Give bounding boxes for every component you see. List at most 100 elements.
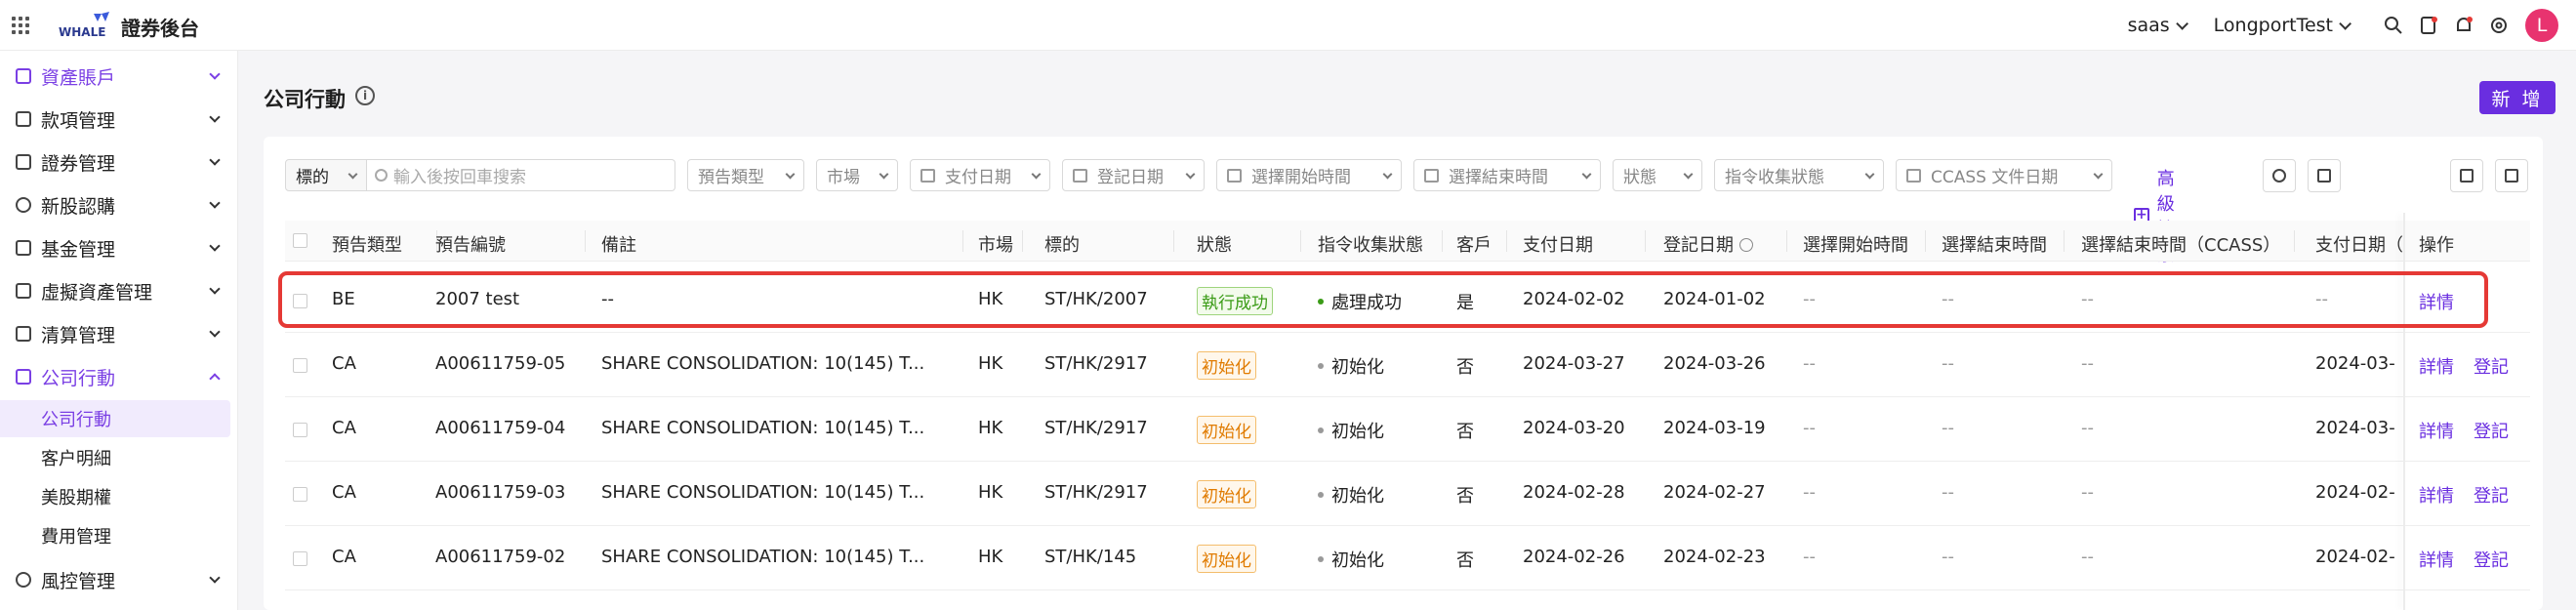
sidebar-item-virtual-assets[interactable]: 虛擬資產管理 (0, 269, 238, 312)
cell-end: -- (1942, 418, 1954, 438)
select-all-checkbox[interactable] (293, 233, 307, 248)
row-checkbox[interactable] (293, 423, 307, 437)
cell-end: -- (1942, 547, 1954, 567)
target-select[interactable]: 標的 (285, 159, 367, 191)
sidebar-subitem-corporate-actions[interactable]: 公司行動 (0, 400, 230, 437)
record-date-filter[interactable]: 登記日期 (1062, 159, 1205, 191)
cell-record-date: 2024-02-23 (1663, 547, 1766, 567)
col-pay-date: 支付日期 (1523, 235, 1593, 256)
settings-icon[interactable] (2488, 15, 2510, 36)
cell-code: A00611759-02 (435, 547, 566, 567)
sidebar-item-fund-management[interactable]: 基金管理 (0, 226, 238, 269)
cell-remark: SHARE CONSOLIDATION: 10(145) T... (601, 482, 925, 503)
top-bar: WHALE 證券後台 saas LongportTest L (0, 0, 2576, 51)
sidebar-item-clearing[interactable]: 清算管理 (0, 312, 238, 355)
sidebar-subitem-client-details[interactable]: 客户明細 (0, 439, 230, 476)
register-link[interactable]: 登記 (2474, 547, 2509, 572)
cell-market: HK (978, 353, 1003, 374)
col-symbol: 標的 (1044, 235, 1080, 256)
col-pay-date-2: 支付日期（ (2315, 235, 2403, 256)
app-grid-icon[interactable] (12, 17, 29, 34)
col-record-date: 登記日期 (1663, 231, 1753, 257)
calendar-icon (920, 168, 935, 183)
sidebar-subitem-fee-management[interactable]: 費用管理 (0, 517, 230, 554)
cell-type: CA (332, 353, 356, 374)
whale-logo: WHALE (59, 12, 109, 39)
sidebar-item-ipo[interactable]: 新股認購 (0, 183, 238, 226)
ledger-icon (16, 326, 31, 342)
org-dropdown[interactable]: LongportTest (2214, 15, 2351, 36)
search-icon (375, 169, 388, 182)
end-time-filter[interactable]: 選擇結束時間 (1413, 159, 1601, 191)
col-notice-code: 預告編號 (435, 235, 506, 256)
sidebar-item-corporate-actions[interactable]: 公司行動 (0, 355, 238, 398)
chevron-down-icon (209, 326, 221, 338)
app-title: 證券後台 (121, 17, 199, 40)
cell-record-date: 2024-03-19 (1663, 418, 1766, 438)
chevron-down-icon (209, 283, 221, 295)
search-icon[interactable] (2383, 15, 2404, 36)
sidebar-item-risk-control[interactable]: 風控管理 (0, 558, 238, 601)
pay-date-filter[interactable]: 支付日期 (910, 159, 1050, 191)
register-link[interactable]: 登記 (2474, 353, 2509, 379)
clear-button[interactable] (2308, 159, 2341, 192)
details-link[interactable]: 詳情 (2419, 482, 2454, 508)
market-filter[interactable]: 市場 (816, 159, 898, 191)
env-dropdown[interactable]: saas (2128, 15, 2188, 36)
cell-end-ccass: -- (2081, 353, 2094, 374)
refresh-button[interactable] (2263, 159, 2296, 192)
column-settings-button[interactable] (2495, 159, 2528, 192)
cell-end-ccass: -- (2081, 418, 2094, 438)
cell-remark: SHARE CONSOLIDATION: 10(145) T... (601, 418, 925, 438)
check-square-icon (16, 154, 31, 170)
building-icon (16, 369, 31, 385)
calendar-icon (1424, 168, 1439, 183)
register-link[interactable]: 登記 (2474, 418, 2509, 443)
cell-pay-date: 2024-02-28 (1523, 482, 1625, 503)
row-checkbox[interactable] (293, 487, 307, 502)
info-icon[interactable]: i (355, 86, 375, 105)
table-row: CA A00611759-04 SHARE CONSOLIDATION: 10(… (285, 397, 2530, 462)
cell-end-ccass: -- (2081, 482, 2094, 503)
sidebar-subitem-us-options[interactable]: 美股期權 (0, 478, 230, 515)
collect-status-filter[interactable]: 指令收集狀態 (1714, 159, 1884, 191)
highlighted-row-outline (278, 271, 2488, 328)
status-filter[interactable]: 狀態 (1613, 159, 1702, 191)
trash-icon (2317, 169, 2331, 183)
cell-code: A00611759-05 (435, 353, 566, 374)
cell-end-ccass: -- (2081, 547, 2094, 567)
search-input[interactable]: 輸入後按回車搜索 (367, 159, 675, 191)
details-link[interactable]: 詳情 (2419, 547, 2454, 572)
ccass-date-filter[interactable]: CCASS 文件日期 (1896, 159, 2112, 191)
report-icon[interactable] (2418, 15, 2439, 36)
cell-collect-status: 初始化 (1318, 353, 1384, 379)
cell-type: CA (332, 418, 356, 438)
row-checkbox[interactable] (293, 551, 307, 566)
sidebar-item-securities[interactable]: 證券管理 (0, 141, 238, 183)
sidebar-item-funds[interactable]: 款項管理 (0, 98, 238, 141)
page-title: 公司行動 (264, 88, 346, 111)
col-collect-status: 指令收集狀態 (1318, 235, 1423, 256)
cell-type: CA (332, 547, 356, 567)
col-end-time: 選擇結束時間 (1942, 235, 2047, 256)
percent-icon (16, 197, 31, 213)
cell-symbol: ST/HK/2917 (1044, 418, 1148, 438)
svg-text:WHALE: WHALE (59, 25, 105, 39)
sidebar-item-asset-accounts[interactable]: 資產賬戶 (0, 55, 238, 98)
start-time-filter[interactable]: 選擇開始時間 (1216, 159, 1402, 191)
cell-code: A00611759-03 (435, 482, 566, 503)
export-button[interactable] (2450, 159, 2483, 192)
details-link[interactable]: 詳情 (2419, 353, 2454, 379)
chevron-down-icon (209, 240, 221, 252)
user-avatar[interactable]: L (2525, 9, 2558, 42)
type-filter[interactable]: 預告類型 (687, 159, 804, 191)
cell-client: 否 (1456, 357, 1474, 378)
row-checkbox[interactable] (293, 358, 307, 373)
details-link[interactable]: 詳情 (2419, 418, 2454, 443)
register-link[interactable]: 登記 (2474, 482, 2509, 508)
new-button[interactable]: 新 增 (2479, 81, 2556, 114)
info-icon[interactable] (1739, 238, 1753, 252)
cell-code: A00611759-04 (435, 418, 566, 438)
cell-client: 否 (1456, 486, 1474, 507)
notification-icon[interactable] (2453, 15, 2474, 36)
